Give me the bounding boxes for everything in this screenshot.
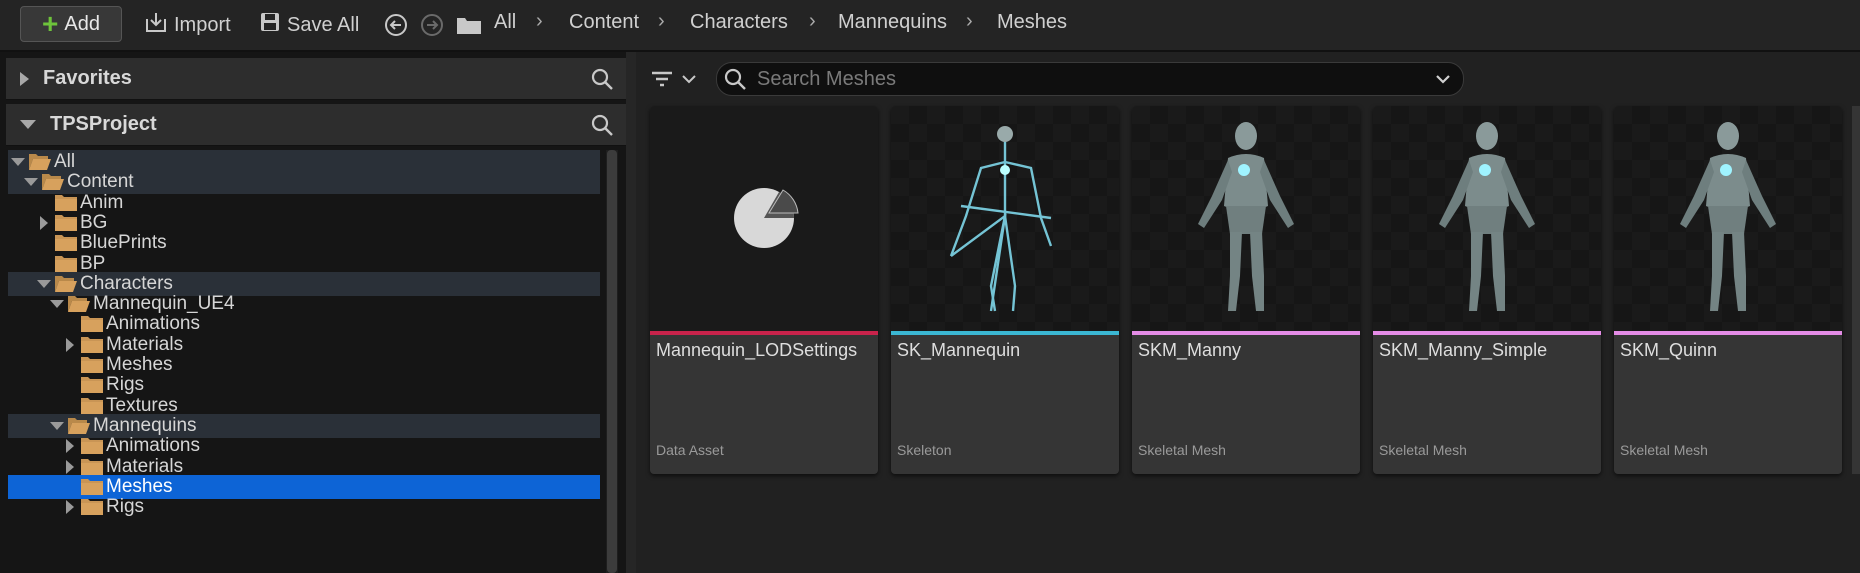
browse-folder-button[interactable]: [456, 11, 482, 39]
asset-tile[interactable]: SKM_Quinn Skeletal Mesh: [1614, 106, 1842, 474]
project-label: TPSProject: [50, 113, 157, 135]
asset-thumbnail: [1614, 106, 1842, 331]
import-button[interactable]: Import: [144, 11, 231, 39]
asset-tile-partial[interactable]: [1852, 106, 1860, 474]
asset-name: SK_Mannequin: [897, 340, 1021, 360]
asset-tile[interactable]: SKM_Manny Skeletal Mesh: [1132, 106, 1360, 474]
back-arrow-icon: [385, 14, 407, 36]
favorites-header[interactable]: Favorites: [6, 58, 626, 100]
tree-item[interactable]: Rigs: [8, 495, 600, 519]
search-input[interactable]: [755, 66, 1419, 92]
asset-name: Mannequin_LODSettings: [656, 340, 858, 360]
folder-icon: [457, 18, 481, 34]
asset-type: Skeletal Mesh: [1379, 442, 1467, 458]
expand-arrow-icon[interactable]: [60, 495, 80, 519]
breadcrumb-all[interactable]: All: [494, 11, 516, 34]
folder-open-icon: [67, 295, 91, 313]
asset-thumbnail: [891, 106, 1119, 331]
folder-tree: All Content Anim BG BluePrints BP Characters Ma…: [8, 148, 608, 573]
asset-type: Data Asset: [656, 442, 724, 458]
tree-scrollbar[interactable]: [606, 150, 618, 573]
breadcrumb-meshes[interactable]: Meshes: [997, 11, 1067, 34]
folder-open-icon: [28, 153, 52, 171]
scrollbar-thumb[interactable]: [607, 150, 617, 573]
folder-open-icon: [41, 173, 65, 191]
folder-open-icon: [67, 417, 91, 435]
breadcrumb-chevron-icon[interactable]: ›: [966, 10, 973, 33]
asset-type-color-bar: [1132, 331, 1360, 335]
breadcrumb-chevron-icon[interactable]: ›: [809, 10, 816, 33]
save-icon: [259, 11, 281, 39]
folder-icon: [80, 336, 104, 354]
breadcrumb-mannequins[interactable]: Mannequins: [838, 11, 947, 34]
favorites-label: Favorites: [43, 67, 132, 89]
asset-name: SKM_Manny: [1138, 340, 1242, 360]
toolbar: + Add Import Save All All › Content › Ch…: [0, 0, 1860, 52]
add-button[interactable]: + Add: [20, 6, 122, 42]
asset-type-color-bar: [891, 331, 1119, 335]
folder-icon: [54, 194, 78, 212]
panel-splitter[interactable]: [626, 52, 636, 573]
folder-icon: [80, 376, 104, 394]
asset-type: Skeletal Mesh: [1620, 442, 1708, 458]
forward-arrow-icon: [421, 14, 443, 36]
asset-type: Skeletal Mesh: [1138, 442, 1226, 458]
import-label: Import: [174, 13, 231, 36]
breadcrumb-characters[interactable]: Characters: [690, 11, 788, 34]
asset-type-color-bar: [1373, 331, 1601, 335]
save-all-label: Save All: [287, 13, 360, 36]
folder-icon: [80, 315, 104, 333]
chevron-down-icon[interactable]: [1433, 69, 1453, 89]
folder-icon: [80, 437, 104, 455]
breadcrumb-chevron-icon[interactable]: ›: [536, 10, 543, 33]
skeleton-figure-icon: [949, 126, 1053, 312]
asset-thumbnail: [1132, 106, 1360, 331]
plus-icon: +: [42, 8, 59, 39]
folder-icon: [80, 458, 104, 476]
breadcrumb-content[interactable]: Content: [569, 11, 639, 34]
collapse-arrow-icon[interactable]: [20, 120, 36, 129]
search-box: [716, 62, 1464, 96]
history-forward-button[interactable]: [420, 11, 444, 39]
search-icon[interactable]: [590, 113, 614, 142]
filter-icon: [652, 71, 672, 87]
asset-name: SKM_Manny_Simple: [1379, 340, 1548, 360]
folder-icon: [80, 478, 104, 496]
asset-tile[interactable]: SKM_Manny_Simple Skeletal Mesh: [1373, 106, 1601, 474]
folder-icon: [54, 234, 78, 252]
data-asset-icon: [734, 188, 799, 248]
asset-thumbnail: [650, 106, 878, 331]
asset-tile[interactable]: SK_Mannequin Skeleton: [891, 106, 1119, 474]
project-header[interactable]: TPSProject: [6, 104, 626, 146]
folder-icon: [54, 255, 78, 273]
asset-type-color-bar: [1614, 331, 1842, 335]
asset-type-color-bar: [650, 331, 878, 335]
folder-icon: [80, 397, 104, 415]
search-icon: [724, 68, 746, 90]
asset-type: Skeleton: [897, 442, 952, 458]
folder-icon: [80, 498, 104, 516]
asset-tile[interactable]: Mannequin_LODSettings Data Asset: [650, 106, 878, 474]
folder-open-icon: [54, 275, 78, 293]
search-icon[interactable]: [590, 67, 614, 96]
mannequin-icon: [1680, 122, 1776, 311]
chevron-down-icon: [682, 75, 696, 84]
breadcrumb-chevron-icon[interactable]: ›: [658, 10, 665, 33]
filter-button[interactable]: [650, 64, 706, 94]
save-all-button[interactable]: Save All: [259, 11, 359, 39]
asset-name: SKM_Quinn: [1620, 340, 1718, 360]
history-back-button[interactable]: [384, 11, 408, 39]
tree-item-label: Rigs: [106, 496, 145, 518]
mannequin-icon: [1439, 122, 1535, 311]
mannequin-icon: [1198, 122, 1294, 311]
folder-icon: [54, 214, 78, 232]
add-button-label: Add: [64, 12, 100, 35]
expand-arrow-icon[interactable]: [20, 71, 29, 86]
import-icon: [144, 11, 168, 39]
asset-thumbnail: [1373, 106, 1601, 331]
folder-icon: [80, 356, 104, 374]
